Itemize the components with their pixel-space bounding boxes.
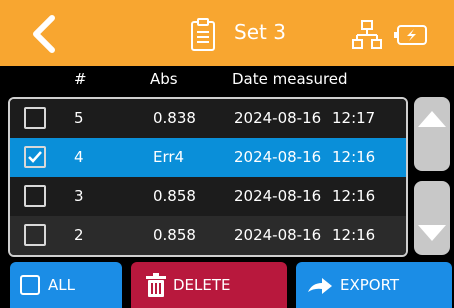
battery-charging-icon xyxy=(394,25,427,45)
row-date: 2024-08-16 xyxy=(234,148,322,166)
arrow-right-icon xyxy=(308,278,332,294)
row-abs: 0.838 xyxy=(153,109,196,127)
triangle-down-icon xyxy=(418,225,446,241)
column-header-number: # xyxy=(74,70,87,88)
row-checkbox[interactable] xyxy=(24,107,46,129)
row-number: 3 xyxy=(74,187,84,205)
row-abs: 0.858 xyxy=(153,187,196,205)
row-abs: 0.858 xyxy=(153,226,196,244)
row-time: 12:16 xyxy=(332,187,376,205)
row-date: 2024-08-16 xyxy=(234,187,322,205)
export-button[interactable]: EXPORT xyxy=(296,262,452,308)
table-row[interactable]: 4 Err4 2024-08-16 12:16 xyxy=(10,138,406,177)
clipboard-icon xyxy=(191,18,215,51)
row-time: 12:16 xyxy=(332,148,376,166)
page-title: Set 3 xyxy=(234,20,286,44)
row-time: 12:16 xyxy=(332,226,376,244)
select-all-label: ALL xyxy=(48,276,75,294)
row-date: 2024-08-16 xyxy=(234,109,322,127)
trash-icon xyxy=(146,273,166,297)
back-button[interactable] xyxy=(26,14,66,54)
row-time: 12:17 xyxy=(332,109,376,127)
row-checkbox[interactable] xyxy=(24,224,46,246)
column-header-date: Date measured xyxy=(232,70,348,88)
triangle-up-icon xyxy=(418,111,446,127)
row-number: 2 xyxy=(74,226,84,244)
network-icon xyxy=(352,20,382,49)
table-row[interactable]: 2 0.858 2024-08-16 12:16 xyxy=(10,216,406,255)
delete-button[interactable]: DELETE xyxy=(131,262,287,308)
row-number: 4 xyxy=(74,148,84,166)
header-bar: Set 3 xyxy=(0,0,454,66)
scroll-down-button[interactable] xyxy=(414,181,450,255)
table-row[interactable]: 5 0.838 2024-08-16 12:17 xyxy=(10,99,406,138)
row-abs: Err4 xyxy=(153,148,185,166)
table-row[interactable]: 3 0.858 2024-08-16 12:16 xyxy=(10,177,406,216)
row-checkbox-checked[interactable] xyxy=(24,146,46,168)
delete-label: DELETE xyxy=(173,276,231,294)
row-date: 2024-08-16 xyxy=(234,226,322,244)
chevron-left-icon xyxy=(33,15,55,53)
column-header-abs: Abs xyxy=(150,70,178,88)
measurement-table: 5 0.838 2024-08-16 12:17 4 Err4 2024-08-… xyxy=(8,97,408,257)
export-label: EXPORT xyxy=(340,276,400,294)
checkbox-icon xyxy=(20,275,40,295)
select-all-button[interactable]: ALL xyxy=(10,262,122,308)
row-checkbox[interactable] xyxy=(24,185,46,207)
check-icon xyxy=(28,151,42,163)
scroll-up-button[interactable] xyxy=(414,97,450,171)
row-number: 5 xyxy=(74,109,84,127)
